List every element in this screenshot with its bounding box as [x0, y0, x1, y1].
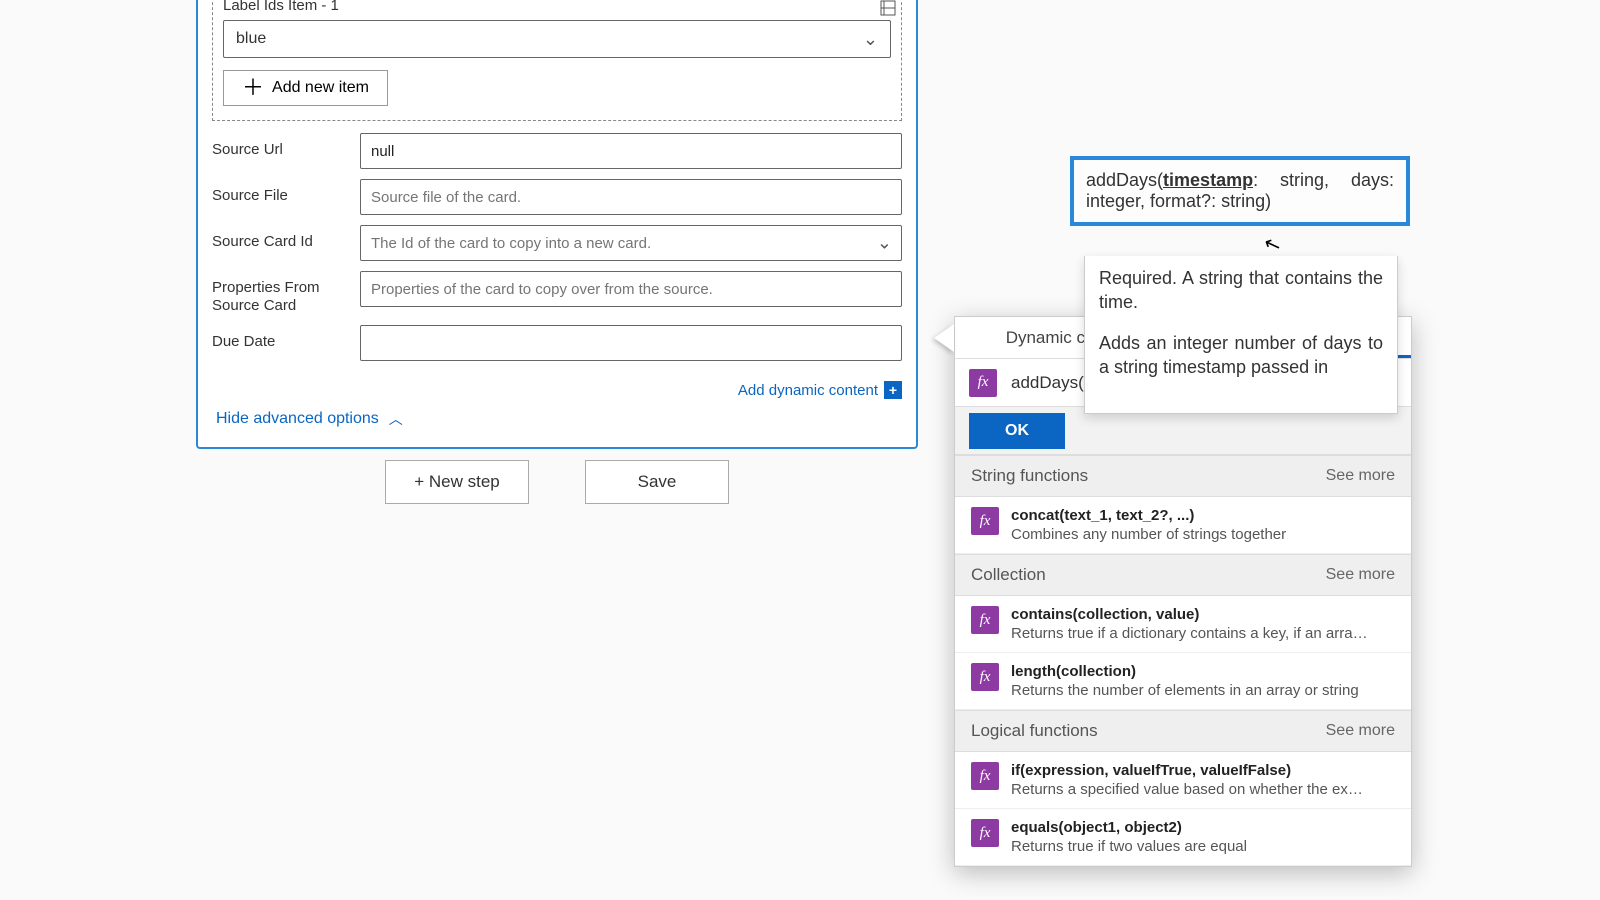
hide-advanced-label: Hide advanced options: [216, 410, 379, 428]
chevron-up-icon: ︿: [389, 409, 403, 429]
function-list-scroll[interactable]: String functions See more fx concat(text…: [955, 455, 1411, 866]
array-mode-icon[interactable]: [879, 0, 897, 17]
label-ids-value: blue: [236, 30, 266, 48]
function-help-tooltip: Required. A string that contains the tim…: [1084, 256, 1398, 414]
fx-icon: fx: [971, 819, 999, 847]
plus-badge-icon: +: [884, 381, 902, 399]
fn-description: Returns the number of elements in an arr…: [1011, 682, 1359, 699]
due-date-input[interactable]: [360, 325, 902, 361]
category-label: Collection: [971, 565, 1046, 585]
category-string-functions: String functions See more: [955, 455, 1411, 497]
fx-icon: fx: [969, 369, 997, 397]
due-date-label: Due Date: [212, 325, 360, 351]
fx-icon: fx: [971, 762, 999, 790]
label-ids-section: Label Ids Item - 1 blue ⌄ ＋ Add new item: [212, 0, 902, 121]
footer-buttons: + New step Save: [196, 460, 918, 504]
fn-contains[interactable]: fx contains(collection, value) Returns t…: [955, 596, 1411, 653]
callout-pointer-icon: [934, 324, 954, 352]
properties-label: Properties From Source Card: [212, 271, 360, 315]
help-required-text: Required. A string that contains the tim…: [1099, 266, 1383, 315]
fn-length[interactable]: fx length(collection) Returns the number…: [955, 653, 1411, 710]
cursor-icon: ↖: [1260, 230, 1284, 259]
fn-if[interactable]: fx if(expression, valueIfTrue, valueIfFa…: [955, 752, 1411, 809]
source-url-label: Source Url: [212, 133, 360, 159]
category-logical: Logical functions See more: [955, 710, 1411, 752]
sig-active-param: timestamp: [1163, 170, 1253, 190]
add-new-item-label: Add new item: [272, 79, 369, 97]
fn-signature: concat(text_1, text_2?, ...): [1011, 507, 1286, 524]
see-more-link[interactable]: See more: [1326, 467, 1395, 485]
fn-signature: length(collection): [1011, 663, 1359, 680]
fx-icon: fx: [971, 507, 999, 535]
chevron-down-icon: ⌄: [863, 29, 878, 50]
chevron-down-icon[interactable]: ⌄: [877, 233, 892, 254]
fn-signature: if(expression, valueIfTrue, valueIfFalse…: [1011, 762, 1371, 779]
category-label: String functions: [971, 466, 1088, 486]
label-ids-select[interactable]: blue ⌄: [223, 20, 891, 58]
add-new-item-button[interactable]: ＋ Add new item: [223, 70, 388, 106]
sig-prefix: addDays(: [1086, 170, 1163, 190]
add-dynamic-content-link[interactable]: Add dynamic content +: [738, 381, 902, 399]
source-card-id-label: Source Card Id: [212, 225, 360, 251]
new-step-button[interactable]: + New step: [385, 460, 529, 504]
fn-equals[interactable]: fx equals(object1, object2) Returns true…: [955, 809, 1411, 866]
save-button[interactable]: Save: [585, 460, 729, 504]
source-file-label: Source File: [212, 179, 360, 205]
form-rows: Source Url Source File Source Card Id ⌄ …: [198, 127, 916, 381]
label-ids-title: Label Ids Item - 1: [223, 0, 891, 14]
fn-description: Returns a specified value based on wheth…: [1011, 781, 1371, 798]
fn-signature: contains(collection, value): [1011, 606, 1371, 623]
help-summary-text: Adds an integer number of days to a stri…: [1099, 331, 1383, 380]
category-collection: Collection See more: [955, 554, 1411, 596]
fx-icon: fx: [971, 663, 999, 691]
fn-description: Combines any number of strings together: [1011, 526, 1286, 543]
category-label: Logical functions: [971, 721, 1098, 741]
fn-description: Returns true if two values are equal: [1011, 838, 1247, 855]
source-file-input[interactable]: [360, 179, 902, 215]
fx-icon: fx: [971, 606, 999, 634]
function-signature-tooltip: addDays(timestamp: string, days: integer…: [1070, 156, 1410, 226]
see-more-link[interactable]: See more: [1326, 566, 1395, 584]
see-more-link[interactable]: See more: [1326, 722, 1395, 740]
source-card-id-input[interactable]: [360, 225, 902, 261]
action-card: Label Ids Item - 1 blue ⌄ ＋ Add new item…: [196, 0, 918, 449]
ok-button[interactable]: OK: [969, 413, 1065, 449]
fn-signature: equals(object1, object2): [1011, 819, 1247, 836]
fn-description: Returns true if a dictionary contains a …: [1011, 625, 1371, 642]
properties-input[interactable]: [360, 271, 902, 307]
source-url-input[interactable]: [360, 133, 902, 169]
add-dynamic-content-label: Add dynamic content: [738, 382, 878, 399]
hide-advanced-toggle[interactable]: Hide advanced options ︿: [198, 403, 916, 447]
plus-icon: ＋: [242, 77, 264, 99]
fn-concat[interactable]: fx concat(text_1, text_2?, ...) Combines…: [955, 497, 1411, 554]
